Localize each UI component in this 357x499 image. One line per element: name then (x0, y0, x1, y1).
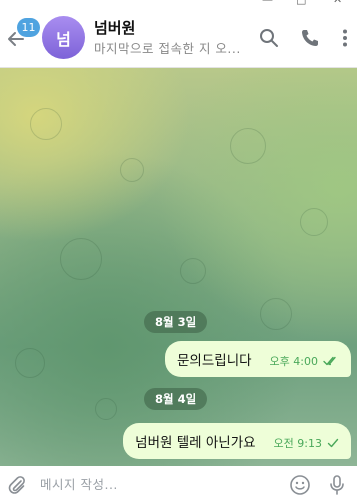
message-text: 문의드립니다 (177, 353, 252, 369)
chat-status: 마지막으로 접속한 지 오... (94, 41, 241, 56)
wallpaper-doodle (260, 298, 292, 330)
chat-header: 11 넘 넘버원 마지막으로 접속한 지 오... (0, 8, 357, 68)
wallpaper-doodle (95, 398, 117, 420)
chat-title[interactable]: 넘버원 (94, 17, 135, 38)
message-time: 오전 9:13 (273, 437, 322, 450)
more-vert-icon[interactable] (335, 28, 355, 48)
avatar-initial: 넘 (56, 29, 71, 49)
wallpaper-doodle (30, 108, 62, 140)
wallpaper-doodle (60, 238, 102, 280)
message-bubble-outgoing[interactable]: 넘버원 텔레 아닌가요 오전 9:13 (123, 423, 351, 459)
wallpaper-doodle (230, 128, 266, 164)
avatar[interactable]: 넘 (42, 16, 85, 59)
wallpaper-doodle (300, 208, 328, 236)
date-separator: 8월 3일 (144, 311, 208, 333)
wallpaper-doodle (180, 258, 206, 284)
message-time: 오후 4:00 (269, 355, 318, 368)
unread-badge: 11 (17, 18, 40, 37)
message-input[interactable] (38, 472, 282, 496)
close-icon[interactable]: ✕ (333, 0, 342, 6)
message-text: 넘버원 텔레 아닌가요 (135, 435, 256, 451)
wallpaper-doodle (15, 348, 45, 378)
wallpaper-doodle (120, 158, 144, 182)
single-check-icon (327, 438, 339, 448)
attach-paperclip-icon[interactable] (6, 474, 28, 496)
double-check-icon (323, 356, 336, 366)
phone-icon[interactable] (300, 28, 320, 48)
message-bubble-outgoing[interactable]: 문의드립니다 오후 4:00 (165, 341, 351, 377)
search-icon[interactable] (259, 28, 279, 48)
minimize-icon[interactable]: — (262, 0, 273, 6)
microphone-icon[interactable] (326, 474, 348, 496)
chat-area[interactable]: 8월 3일 문의드립니다 오후 4:00 8월 4일 넘버원 텔레 아닌가요 오… (0, 68, 357, 466)
window-titlebar: — □ ✕ (0, 0, 357, 8)
emoji-icon[interactable] (289, 474, 311, 496)
date-separator: 8월 4일 (144, 388, 208, 410)
composer-bar (0, 466, 357, 499)
maximize-icon[interactable]: □ (296, 0, 306, 6)
